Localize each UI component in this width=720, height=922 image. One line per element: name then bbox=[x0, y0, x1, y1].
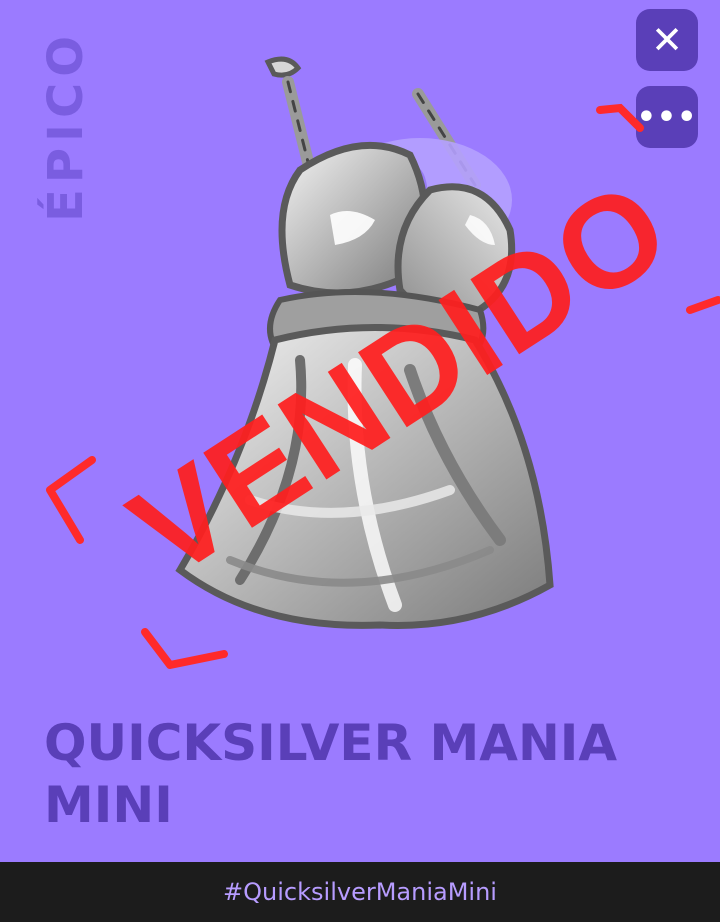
item-title: QUICKSILVER MANIA MINI bbox=[44, 714, 618, 834]
footer-bar: #QuicksilverManiaMini bbox=[0, 862, 720, 922]
item-card: ÉPICO ✕ ••• VENDIDO QUICKSILVER MANIA MI… bbox=[0, 0, 720, 862]
item-hashtag-link[interactable]: #QuicksilverManiaMini bbox=[223, 878, 497, 906]
